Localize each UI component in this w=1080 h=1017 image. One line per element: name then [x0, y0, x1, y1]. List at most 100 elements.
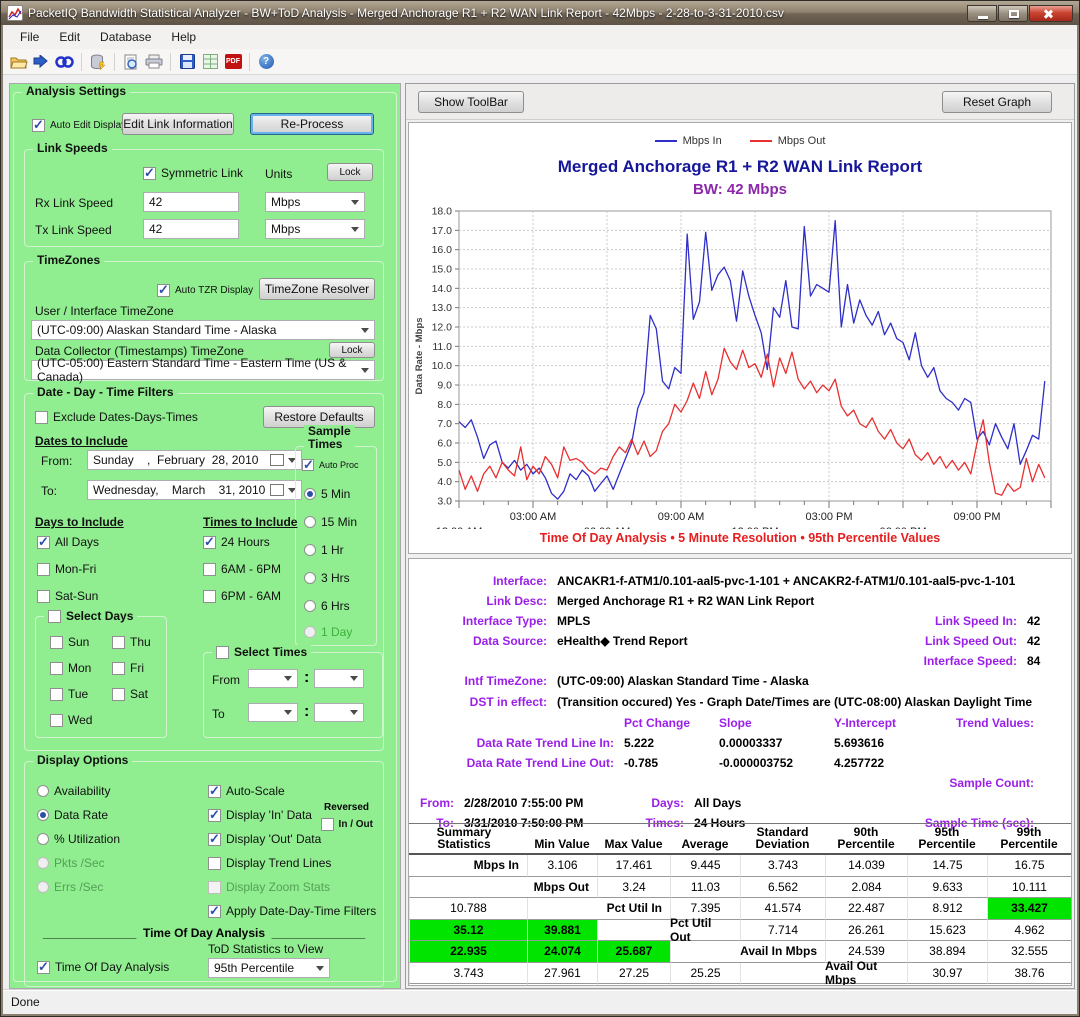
sample-5min-radio[interactable]: 5 Min — [304, 487, 350, 501]
apply-filters-checkbox[interactable]: Apply Date-Day-Time Filters — [208, 904, 376, 918]
collector-tz-select[interactable]: (UTC-05:00) Eastern Standard Time - East… — [31, 360, 375, 380]
summary-cell: 30.97 — [907, 963, 987, 985]
fri-checkbox[interactable]: Fri — [112, 661, 144, 675]
symmetric-link-checkbox[interactable]: Symmetric Link — [143, 166, 243, 180]
help-icon[interactable]: ? — [256, 52, 276, 72]
tx-link-speed-input[interactable]: 42 — [143, 219, 239, 239]
y-tick-label: 6.0 — [437, 438, 452, 450]
mon-fri-checkbox[interactable]: Mon-Fri — [37, 562, 96, 576]
open-file-icon[interactable] — [9, 52, 29, 72]
summary-cell: 26.261 — [825, 920, 907, 942]
rx-units-select[interactable]: Mbps — [265, 192, 365, 212]
exclude-dates-checkbox[interactable]: Exclude Dates-Days-Times — [35, 410, 198, 424]
data-rate-radio[interactable]: Data Rate — [37, 808, 108, 822]
sample-1hr-radio[interactable]: 1 Hr — [304, 543, 344, 557]
maximize-button[interactable] — [998, 5, 1028, 22]
auto-proc-checkbox[interactable]: Auto Proc — [302, 459, 359, 471]
print-icon[interactable] — [144, 52, 164, 72]
summary-cell: 2.084 — [527, 984, 597, 986]
thu-checkbox[interactable]: Thu — [112, 635, 151, 649]
auto-scale-checkbox[interactable]: Auto-Scale — [208, 784, 285, 798]
menu-help[interactable]: Help — [162, 27, 205, 47]
interface-speed-row: Interface Speed:84Mbps — [409, 651, 1071, 671]
edit-link-information-button[interactable]: Edit Link Information — [122, 113, 234, 135]
merge-arrow-icon[interactable] — [32, 52, 52, 72]
chart-area: Mbps In Mbps Out Merged Anchorage R1 + R… — [408, 122, 1072, 554]
to-minute-select[interactable] — [314, 703, 364, 722]
units-label: Units — [265, 167, 292, 181]
summary-cell: 6.562 — [740, 877, 825, 899]
user-tz-select[interactable]: (UTC-09:00) Alaskan Standard Time - Alas… — [31, 320, 375, 340]
minimize-button[interactable] — [967, 5, 997, 22]
database-export-icon[interactable] — [88, 52, 108, 72]
from-date-picker[interactable]: Sunday , February 28, 2010 — [87, 450, 302, 470]
sample-times-title: SampleTimes — [304, 425, 355, 450]
y-tick-label: 18.0 — [432, 206, 453, 218]
select-times-checkbox[interactable]: Select Times — [212, 645, 311, 659]
to-hour-select[interactable] — [248, 703, 298, 722]
sat-sun-checkbox[interactable]: Sat-Sun — [37, 589, 98, 603]
tue-checkbox[interactable]: Tue — [50, 687, 88, 701]
menu-database[interactable]: Database — [91, 27, 160, 47]
summary-cell: 35.12 — [409, 920, 527, 942]
reset-graph-button[interactable]: Reset Graph — [942, 91, 1052, 113]
tod-analysis-checkbox[interactable]: Time Of Day Analysis — [37, 960, 169, 974]
summary-cell: 25.687 — [597, 941, 670, 963]
units-lock-button[interactable]: Lock — [327, 163, 373, 181]
rx-link-speed-input[interactable]: 42 — [143, 192, 239, 212]
close-button[interactable] — [1029, 5, 1073, 22]
availability-radio[interactable]: Availability — [37, 784, 110, 798]
export-excel-icon[interactable] — [200, 52, 220, 72]
menu-edit[interactable]: Edit — [50, 27, 89, 47]
link-chain-icon[interactable] — [55, 52, 75, 72]
summary-cell: 8.912 — [907, 898, 987, 920]
summary-cell: 7.714 — [740, 920, 825, 942]
all-days-checkbox[interactable]: All Days — [37, 535, 99, 549]
display-trend-lines-checkbox[interactable]: Display Trend Lines — [208, 856, 331, 870]
sample-15min-radio[interactable]: 15 Min — [304, 515, 357, 529]
auto-tzr-checkbox[interactable]: Auto TZR Display — [157, 284, 253, 297]
to-date-picker[interactable]: Wednesday, March 31, 2010 — [87, 480, 302, 500]
sat-checkbox[interactable]: Sat — [112, 687, 148, 701]
analysis-settings-panel: Analysis Settings Auto Edit Display Edit… — [9, 83, 401, 989]
summary-cell: 27.961 — [527, 963, 597, 985]
trend-in-row: Data Rate Trend Line In: 5.222 0.0000333… — [409, 733, 1071, 753]
6pm-6am-checkbox[interactable]: 6PM - 6AM — [203, 589, 281, 603]
summary-cell: 4.962 — [987, 920, 1071, 942]
x-tick-label: 09:00 PM — [953, 511, 1000, 523]
wed-checkbox[interactable]: Wed — [50, 713, 92, 727]
summary-cell: 11.03 — [670, 877, 740, 899]
display-options-title: Display Options — [33, 753, 132, 767]
graph-panel: Show ToolBar Reset Graph Mbps In Mbps Ou… — [405, 83, 1075, 989]
display-in-data-checkbox[interactable]: Display 'In' Data — [208, 808, 312, 822]
export-pdf-icon[interactable]: PDF — [223, 52, 243, 72]
display-out-data-checkbox[interactable]: Display 'Out' Data — [208, 832, 321, 846]
menu-file[interactable]: File — [11, 27, 48, 47]
summary-cell: 41.574 — [740, 898, 825, 920]
auto-edit-display-box[interactable] — [32, 119, 45, 132]
print-preview-icon[interactable] — [121, 52, 141, 72]
mon-checkbox[interactable]: Mon — [50, 661, 91, 675]
auto-edit-display-checkbox[interactable]: Auto Edit Display — [32, 119, 126, 132]
sun-checkbox[interactable]: Sun — [50, 635, 89, 649]
sample-6hrs-radio[interactable]: 6 Hrs — [304, 599, 350, 613]
tod-statistics-select[interactable]: 95th Percentile — [208, 958, 330, 978]
24-hours-checkbox[interactable]: 24 Hours — [203, 535, 270, 549]
reversed-inout-checkbox[interactable]: In / Out — [321, 818, 373, 831]
window-title: PacketIQ Bandwidth Statistical Analyzer … — [28, 6, 961, 20]
re-process-button[interactable]: Re-Process — [250, 113, 374, 135]
graph-toolbar-strip: Show ToolBar Reset Graph — [406, 84, 1074, 120]
from-minute-select[interactable] — [314, 669, 364, 688]
tod-chart-plot[interactable]: 3.04.05.06.07.08.09.010.011.012.013.014.… — [411, 205, 1071, 529]
status-text: Done — [11, 995, 40, 1009]
from-hour-select[interactable] — [248, 669, 298, 688]
show-toolbar-button[interactable]: Show ToolBar — [418, 91, 524, 113]
timezone-resolver-button[interactable]: TimeZone Resolver — [259, 278, 375, 300]
sample-3hrs-radio[interactable]: 3 Hrs — [304, 571, 350, 585]
summary-row-label: Avail In Mbps — [740, 941, 825, 963]
6am-6pm-checkbox[interactable]: 6AM - 6PM — [203, 562, 281, 576]
save-icon[interactable] — [177, 52, 197, 72]
utilization-radio[interactable]: % Utilization — [37, 832, 120, 846]
tx-units-select[interactable]: Mbps — [265, 219, 365, 239]
select-days-checkbox[interactable]: Select Days — [44, 609, 137, 623]
